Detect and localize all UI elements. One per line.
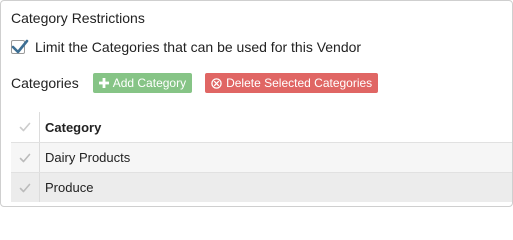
limit-categories-label[interactable]: Limit the Categories that can be used fo…: [35, 38, 361, 56]
table-row[interactable]: Dairy Products: [11, 142, 512, 172]
limit-categories-row[interactable]: Limit the Categories that can be used fo…: [11, 38, 361, 56]
plus-icon: [98, 78, 109, 88]
category-name: Produce: [45, 180, 94, 195]
categories-table: Category Dairy Products Produce: [11, 112, 512, 202]
categories-title: Categories: [11, 75, 79, 91]
table-row[interactable]: Produce: [11, 172, 512, 202]
delete-selected-categories-button[interactable]: Delete Selected Categories: [205, 73, 379, 93]
category-column-header[interactable]: Category: [40, 112, 101, 142]
section-title: Category Restrictions: [11, 10, 145, 26]
checkmark-icon: [11, 39, 29, 54]
row-select-checkbox[interactable]: [11, 173, 40, 202]
add-category-label: Add Category: [112, 76, 187, 90]
limit-categories-checkbox[interactable]: [11, 39, 29, 54]
check-icon: [19, 122, 31, 132]
table-header-row: Category: [11, 112, 512, 142]
check-icon: [19, 153, 31, 162]
add-category-button[interactable]: Add Category: [92, 73, 193, 93]
categories-toolbar: Categories Add Category Delete Selected …: [11, 72, 379, 94]
select-all-checkbox[interactable]: [11, 112, 40, 142]
circle-x-icon: [211, 77, 222, 89]
check-icon: [19, 183, 31, 192]
row-select-checkbox[interactable]: [11, 143, 40, 172]
delete-selected-categories-label: Delete Selected Categories: [226, 76, 373, 90]
category-name: Dairy Products: [45, 150, 131, 165]
category-restrictions-panel: Category Restrictions Limit the Categori…: [0, 0, 513, 207]
